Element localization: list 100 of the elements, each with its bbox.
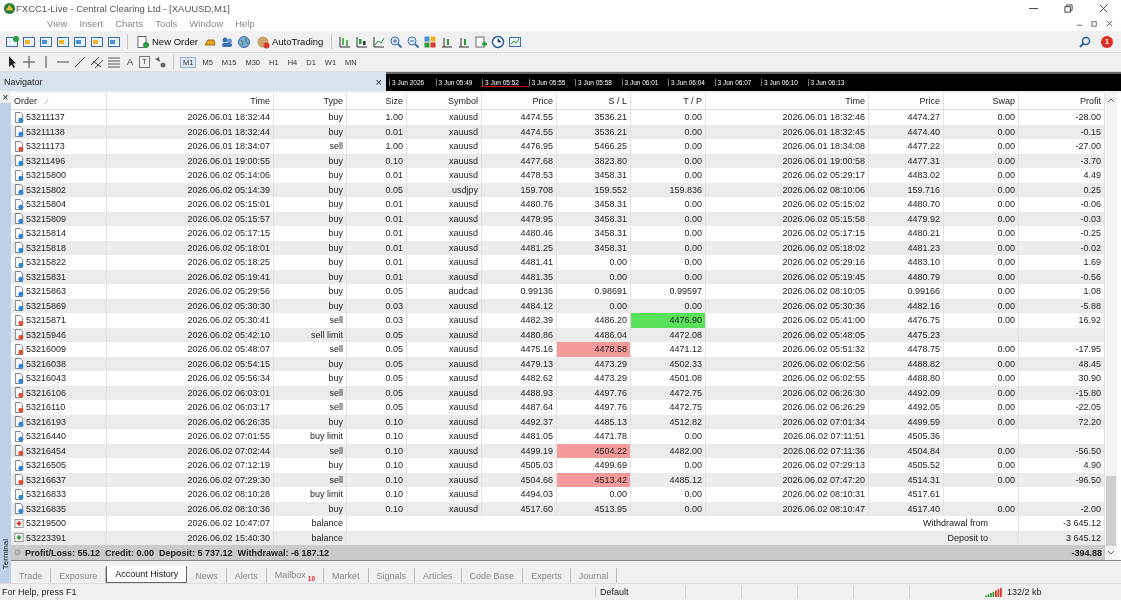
table-cell: 0.00 — [684, 126, 702, 137]
order-number: 53219500 — [26, 518, 67, 529]
restore-icon[interactable] — [1091, 20, 1098, 27]
table-cell: 0.05 — [385, 344, 403, 355]
column-header[interactable]: Profit — [1080, 96, 1101, 106]
table-cell: 0.00 — [997, 402, 1015, 413]
table-cell: 3458.31 — [594, 213, 627, 224]
tab[interactable]: Mailbox $_{10}$ — [266, 568, 325, 583]
clock-icon[interactable] — [491, 34, 506, 49]
close-icon[interactable] — [1106, 20, 1113, 27]
search-icon[interactable] — [1078, 34, 1092, 49]
close-button[interactable]: × — [375, 75, 382, 88]
menu-item[interactable]: Tools — [155, 18, 178, 29]
table-cell: 2026.06.01 18:32:44 — [187, 112, 270, 123]
shapes-icon[interactable] — [153, 55, 167, 69]
table-cell: 4517.60 — [520, 503, 553, 514]
table-cell: 4475.16 — [520, 344, 553, 355]
table-cell: 0.03 — [385, 315, 403, 326]
zoom-in-icon[interactable] — [389, 34, 404, 49]
table-cell: 4.90 — [1083, 460, 1101, 471]
table-cell: 4501.08 — [669, 373, 702, 384]
order-number: 53216043 — [26, 373, 67, 384]
scrollbar-thumb[interactable] — [1106, 476, 1116, 546]
table-cell: 0.00 — [997, 445, 1015, 456]
table-cell: 4512.82 — [669, 416, 702, 427]
table-cell: buy — [328, 300, 343, 311]
table-cell: 3458.31 — [594, 228, 627, 239]
chart-window-icon[interactable] — [39, 34, 53, 49]
table-cell: xauusd — [448, 344, 478, 355]
new-chart-icon[interactable] — [5, 34, 19, 49]
table-cell: -96.50 — [1075, 474, 1101, 485]
channel-icon[interactable] — [90, 55, 104, 69]
table-cell: 0.01 — [385, 257, 403, 268]
order-number: 53211137 — [26, 112, 65, 123]
table-cell: 0.00 — [684, 271, 702, 282]
column-header[interactable]: Type — [323, 96, 343, 106]
trend-line-icon[interactable] — [73, 55, 87, 69]
menu-item[interactable]: View — [47, 18, 68, 29]
table-cell: 30.90 — [1078, 373, 1101, 384]
scroll-down-icon[interactable] — [1107, 550, 1115, 556]
indicators-icon[interactable] — [474, 34, 489, 49]
table-cell: buy — [328, 503, 343, 514]
table-cell: xauusd — [448, 213, 478, 224]
table-cell: 4481.41 — [520, 257, 553, 268]
column-header[interactable]: Size — [385, 96, 403, 106]
column-header[interactable]: Price — [532, 96, 553, 106]
table-cell: 1.69 — [1083, 257, 1101, 268]
column-header[interactable]: Price — [919, 96, 940, 106]
order-number: 53216440 — [26, 431, 67, 442]
menu-item[interactable]: Window — [189, 18, 224, 29]
text-tool-button[interactable]: A — [124, 57, 136, 67]
table-cell: -28.00 — [1075, 112, 1101, 123]
order-number: 53215804 — [26, 199, 67, 210]
order-number: 53215871 — [26, 315, 67, 326]
candlestick-icon[interactable] — [355, 34, 370, 49]
order-number: 53216110 — [26, 402, 66, 413]
table-cell: 0.01 — [385, 271, 403, 282]
table-cell: 2026.06.01 18:34:07 — [187, 141, 270, 152]
table-cell: 4502.33 — [669, 358, 702, 369]
column-header[interactable]: Time — [250, 96, 270, 106]
table-cell: 2026.06.01 18:34:08 — [782, 141, 865, 152]
table-cell: 0.05 — [385, 402, 403, 413]
menu-item[interactable]: Charts — [115, 18, 144, 29]
globe-icon[interactable] — [236, 34, 251, 49]
table-cell: -15.80 — [1075, 387, 1101, 398]
autotrading-button[interactable]: AutoTrading — [253, 33, 326, 50]
column-header[interactable]: Order — [14, 96, 37, 106]
text-tool-button[interactable]: T — [139, 56, 150, 68]
tile-windows-icon[interactable] — [423, 34, 438, 49]
table-cell: 4481.05 — [520, 431, 553, 442]
close-icon[interactable] — [1099, 3, 1108, 13]
column-header[interactable]: Symbol — [448, 96, 478, 106]
column-header[interactable]: Swap — [992, 96, 1015, 106]
table-cell: -22.05 — [1075, 402, 1101, 413]
table-cell: 4472.75 — [669, 387, 702, 398]
sort-indicator-icon — [44, 97, 49, 105]
table-cell: 2026.06.02 06:26:29 — [782, 402, 865, 413]
order-number: 53215809 — [26, 213, 67, 224]
table-cell: -0.15 — [1080, 126, 1101, 137]
notification-badge[interactable]: 1 — [1101, 35, 1113, 48]
order-number: 53215869 — [26, 300, 67, 311]
close-button[interactable]: × — [0, 93, 11, 103]
templates-icon[interactable] — [508, 34, 523, 49]
table-cell: 0.00 — [997, 199, 1015, 210]
new-order-button[interactable]: New Order — [134, 33, 200, 50]
table-cell: xauusd — [448, 489, 478, 500]
navigator-title: Navigator — [4, 76, 43, 87]
zoom-out-icon[interactable] — [406, 34, 421, 49]
restore-icon[interactable] — [1064, 3, 1073, 13]
table-cell: 4471.78 — [594, 431, 627, 442]
column-header[interactable]: T / P — [683, 96, 702, 106]
scroll-up-icon[interactable] — [1107, 97, 1115, 103]
column-header[interactable]: S / L — [608, 96, 627, 106]
tab[interactable]: Account History — [106, 566, 188, 583]
scrollbar[interactable] — [1105, 93, 1117, 560]
menu-item[interactable]: Help — [235, 18, 255, 29]
table-cell: 0.00 — [997, 300, 1015, 311]
menu-item[interactable]: Insert — [79, 18, 104, 29]
table-cell: 4485.13 — [594, 416, 627, 427]
column-header[interactable]: Time — [845, 96, 865, 106]
